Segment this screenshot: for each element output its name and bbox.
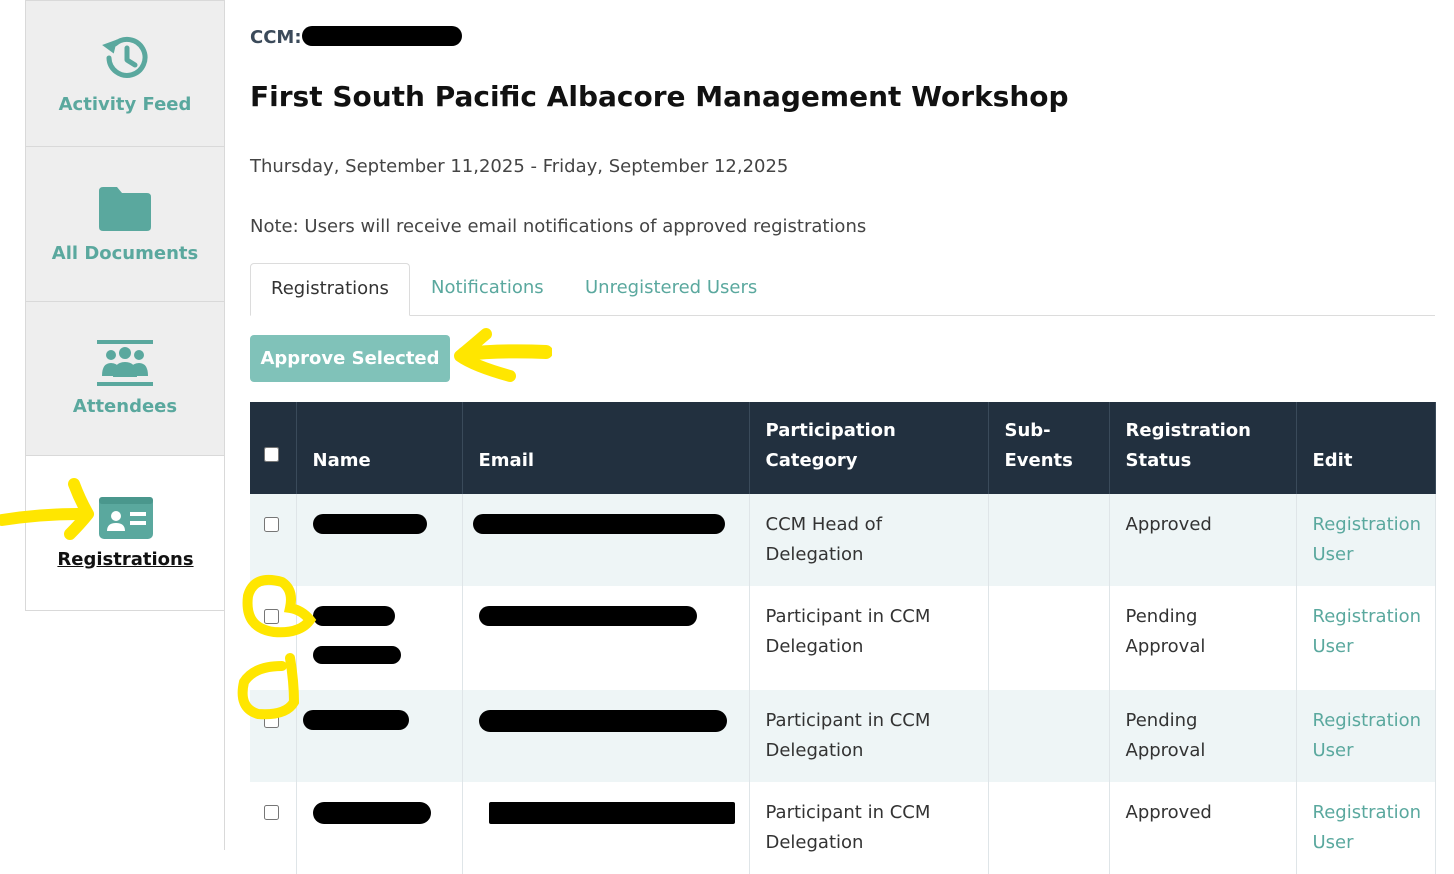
attendees-icon: [97, 340, 153, 386]
redaction: [312, 606, 395, 626]
column-header: Edit: [1296, 402, 1436, 494]
edit-cell: Registration User: [1296, 586, 1436, 690]
sidebar-item-label: Registrations: [57, 548, 194, 570]
sidebar-item-label: All Documents: [51, 242, 199, 264]
sub-events-cell: [988, 494, 1110, 586]
tab-notifications[interactable]: Notifications: [411, 263, 564, 315]
row-checkbox[interactable]: [264, 609, 279, 624]
category-cell: CCM Head of Delegation: [749, 494, 989, 586]
name-cell: [296, 586, 463, 690]
edit-user-link[interactable]: User: [1313, 736, 1419, 766]
table-header-row: Name Email Participation Category Sub-Ev…: [250, 402, 1436, 494]
sidebar-item-label: Activity Feed: [58, 94, 192, 115]
annotation-arrow-button: [454, 328, 552, 382]
edit-user-link[interactable]: User: [1313, 632, 1419, 662]
table-row: Participant in CCM Delegation Pending Ap…: [250, 690, 1436, 782]
edit-user-link[interactable]: User: [1313, 828, 1419, 858]
sidebar-item-label: Attendees: [72, 396, 178, 417]
page-title: First South Pacific Albacore Management …: [250, 80, 1069, 113]
tab-registrations[interactable]: Registrations: [250, 263, 410, 316]
email-cell: [462, 690, 750, 782]
registrations-table: Name Email Participation Category Sub-Ev…: [250, 402, 1436, 874]
column-header: Email: [462, 402, 750, 494]
approve-selected-button[interactable]: Approve Selected: [250, 335, 450, 382]
tab-bar: Registrations Notifications Unregistered…: [250, 263, 1435, 316]
sidebar-divider: [224, 455, 225, 850]
redaction: [472, 514, 725, 534]
edit-cell: Registration User: [1296, 494, 1436, 586]
category-cell: Participant in CCM Delegation: [749, 782, 989, 874]
name-cell: [296, 690, 463, 782]
edit-registration-link[interactable]: Registration: [1313, 602, 1422, 632]
column-header: Participation Category: [749, 402, 989, 494]
select-all-checkbox[interactable]: [264, 447, 279, 462]
sidebar-item-activity-feed[interactable]: Activity Feed: [25, 0, 225, 147]
edit-user-link[interactable]: User: [1313, 540, 1419, 570]
row-checkbox[interactable]: [264, 713, 279, 728]
redaction: [478, 606, 697, 626]
category-cell: Participant in CCM Delegation: [749, 690, 989, 782]
edit-registration-link[interactable]: Registration: [1313, 706, 1422, 736]
status-cell: Approved: [1109, 494, 1297, 586]
status-cell: Approved: [1109, 782, 1297, 874]
row-checkbox[interactable]: [264, 517, 279, 532]
table-row: Participant in CCM Delegation Pending Ap…: [250, 586, 1436, 690]
sidebar-item-registrations[interactable]: Registrations: [25, 455, 225, 611]
redaction: [312, 646, 401, 664]
email-cell: [462, 494, 750, 586]
table-row: Participant in CCM Delegation Approved R…: [250, 782, 1436, 874]
ccm-line: CCM:: [250, 26, 462, 48]
id-card-icon: [98, 496, 153, 539]
sub-events-cell: [988, 690, 1110, 782]
table-row: CCM Head of Delegation Approved Registra…: [250, 494, 1436, 586]
redaction: [312, 802, 431, 824]
name-cell: [296, 494, 463, 586]
folder-icon: [99, 186, 151, 231]
edit-cell: Registration User: [1296, 782, 1436, 874]
name-cell: [296, 782, 463, 874]
email-cell: [462, 586, 750, 690]
sub-events-cell: [988, 782, 1110, 874]
sidebar-item-attendees[interactable]: Attendees: [25, 301, 225, 456]
redaction: [488, 802, 735, 824]
redaction: [312, 514, 427, 534]
column-header: Registration Status: [1109, 402, 1297, 494]
edit-cell: Registration User: [1296, 690, 1436, 782]
history-icon: [102, 36, 148, 78]
column-header: Sub-Events: [988, 402, 1110, 494]
row-checkbox[interactable]: [264, 805, 279, 820]
email-cell: [462, 782, 750, 874]
sidebar: Activity Feed All Documents Attendees Re…: [0, 0, 226, 850]
ccm-label: CCM:: [250, 27, 302, 48]
select-all-cell: [250, 402, 297, 494]
sub-events-cell: [988, 586, 1110, 690]
edit-registration-link[interactable]: Registration: [1313, 510, 1422, 540]
category-cell: Participant in CCM Delegation: [749, 586, 989, 690]
sidebar-item-all-documents[interactable]: All Documents: [25, 146, 225, 302]
status-cell: Pending Approval: [1109, 586, 1297, 690]
notification-note: Note: Users will receive email notificat…: [250, 216, 867, 237]
event-dates: Thursday, September 11,2025 - Friday, Se…: [250, 156, 789, 177]
column-header: Name: [296, 402, 463, 494]
redaction: [301, 26, 462, 46]
edit-registration-link[interactable]: Registration: [1313, 798, 1422, 828]
status-cell: Pending Approval: [1109, 690, 1297, 782]
redaction: [478, 710, 727, 732]
redaction: [302, 710, 409, 730]
tab-unregistered-users[interactable]: Unregistered Users: [565, 263, 777, 315]
